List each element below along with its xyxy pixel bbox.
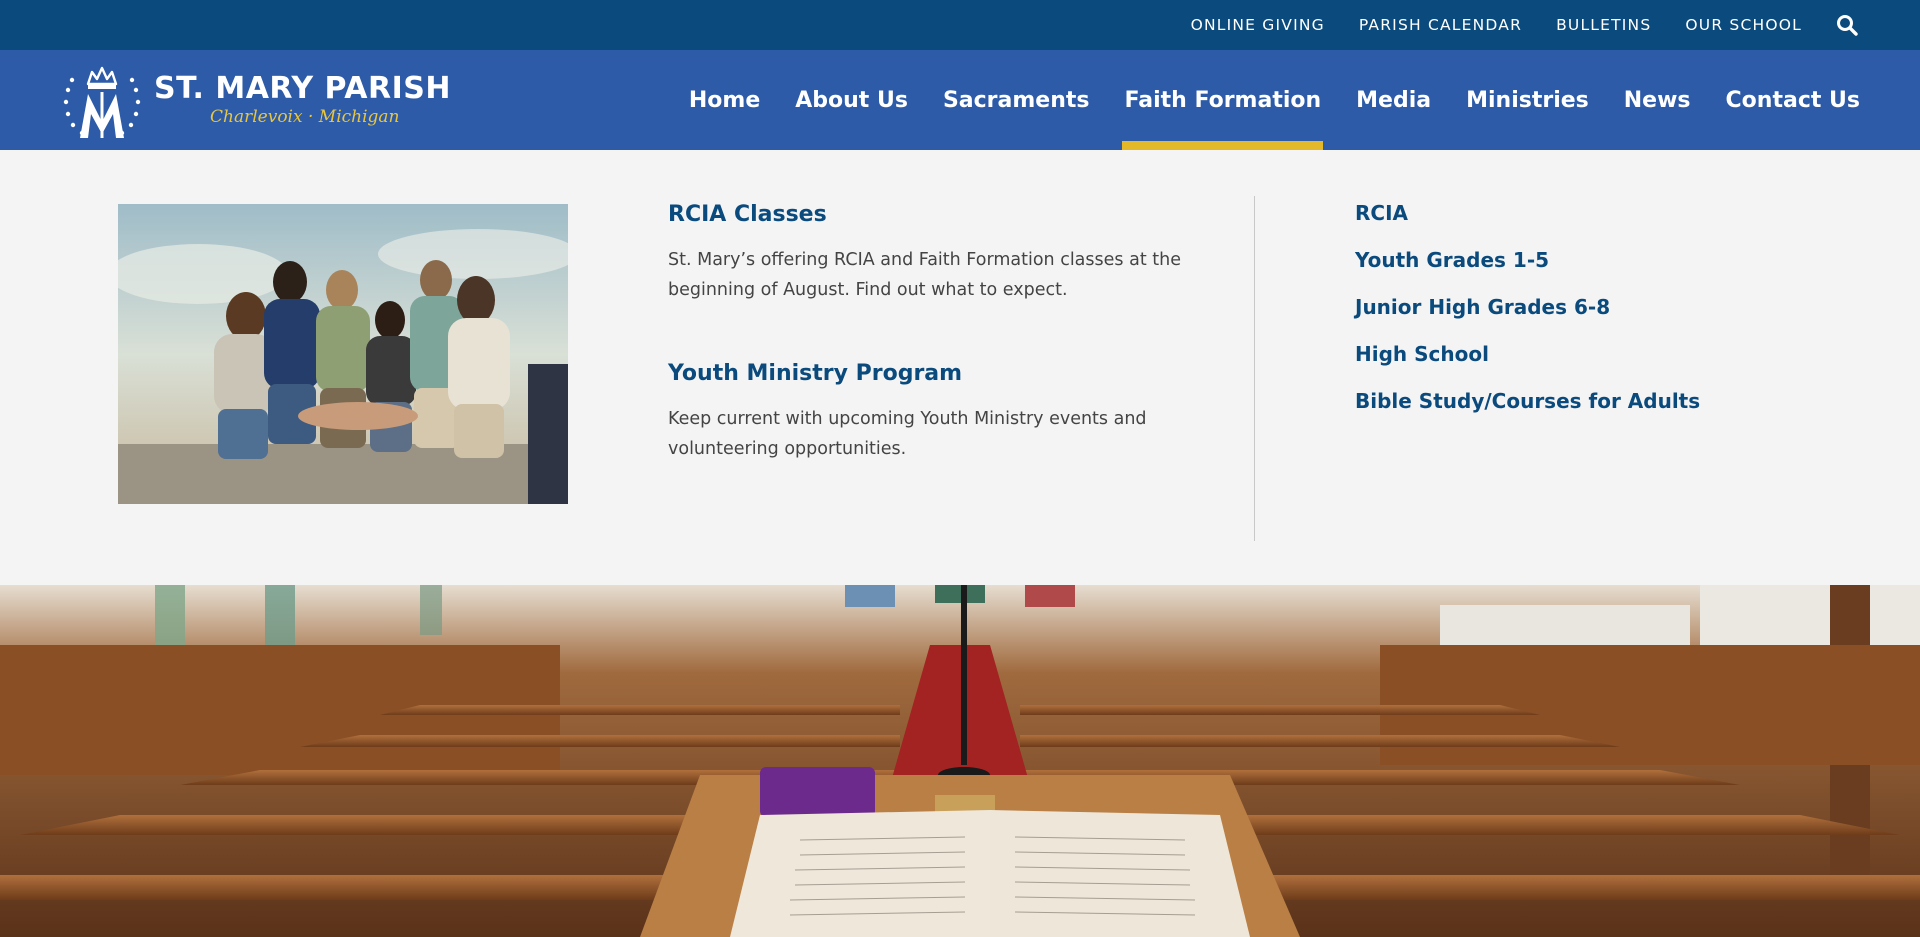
promo-youth-ministry: Youth Ministry Program Keep current with… (668, 361, 1188, 464)
utility-link-our-school[interactable]: OUR SCHOOL (1685, 16, 1802, 34)
submenu-link-bible-study[interactable]: Bible Study/Courses for Adults (1355, 386, 1700, 433)
faith-formation-links: RCIA Youth Grades 1-5 Junior High Grades… (1355, 198, 1700, 433)
promo-description: Keep current with upcoming Youth Ministr… (668, 409, 1147, 459)
nav-item-home[interactable]: Home (689, 50, 760, 150)
menu-divider (1254, 196, 1255, 541)
submenu-link-rcia[interactable]: RCIA (1355, 198, 1700, 245)
nav-item-faith-formation[interactable]: Faith Formation (1122, 50, 1323, 150)
main-nav: Home About Us Sacraments Faith Formation… (654, 50, 1860, 150)
site-title: ST. MARY PARISH (154, 71, 451, 106)
site-logo[interactable]: ST. MARY PARISH Charlevoix · Michigan (58, 60, 458, 140)
faith-formation-dropdown: RCIA Classes St. Mary’s offering RCIA an… (0, 150, 1920, 585)
site-subtitle: Charlevoix · Michigan (210, 107, 400, 127)
nav-item-ministries[interactable]: Ministries (1466, 50, 1589, 150)
nav-item-sacraments[interactable]: Sacraments (943, 50, 1090, 150)
main-header: ST. MARY PARISH Charlevoix · Michigan Ho… (0, 50, 1920, 150)
search-icon[interactable] (1836, 14, 1858, 36)
promo-description: St. Mary’s offering RCIA and Faith Forma… (668, 250, 1181, 300)
nav-item-news[interactable]: News (1624, 50, 1691, 150)
youth-group-photo (118, 204, 568, 504)
utility-link-online-giving[interactable]: ONLINE GIVING (1191, 16, 1325, 34)
utility-link-bulletins[interactable]: BULLETINS (1556, 16, 1651, 34)
nav-item-media[interactable]: Media (1356, 50, 1431, 150)
promo-rcia-classes: RCIA Classes St. Mary’s offering RCIA an… (668, 202, 1188, 305)
promo-title-youth-ministry[interactable]: Youth Ministry Program (668, 361, 1188, 386)
marian-crown-emblem-icon (63, 66, 141, 138)
nav-item-contact-us[interactable]: Contact Us (1726, 50, 1860, 150)
utility-link-parish-calendar[interactable]: PARISH CALENDAR (1359, 16, 1522, 34)
promo-list: RCIA Classes St. Mary’s offering RCIA an… (668, 202, 1188, 464)
utility-bar: ONLINE GIVING PARISH CALENDAR BULLETINS … (0, 0, 1920, 50)
promo-title-rcia-classes[interactable]: RCIA Classes (668, 202, 1188, 227)
submenu-link-high-school[interactable]: High School (1355, 339, 1700, 386)
church-interior-hero-image (0, 585, 1920, 937)
nav-item-about-us[interactable]: About Us (795, 50, 908, 150)
submenu-link-junior-high[interactable]: Junior High Grades 6-8 (1355, 292, 1700, 339)
submenu-link-youth-grades[interactable]: Youth Grades 1-5 (1355, 245, 1700, 292)
